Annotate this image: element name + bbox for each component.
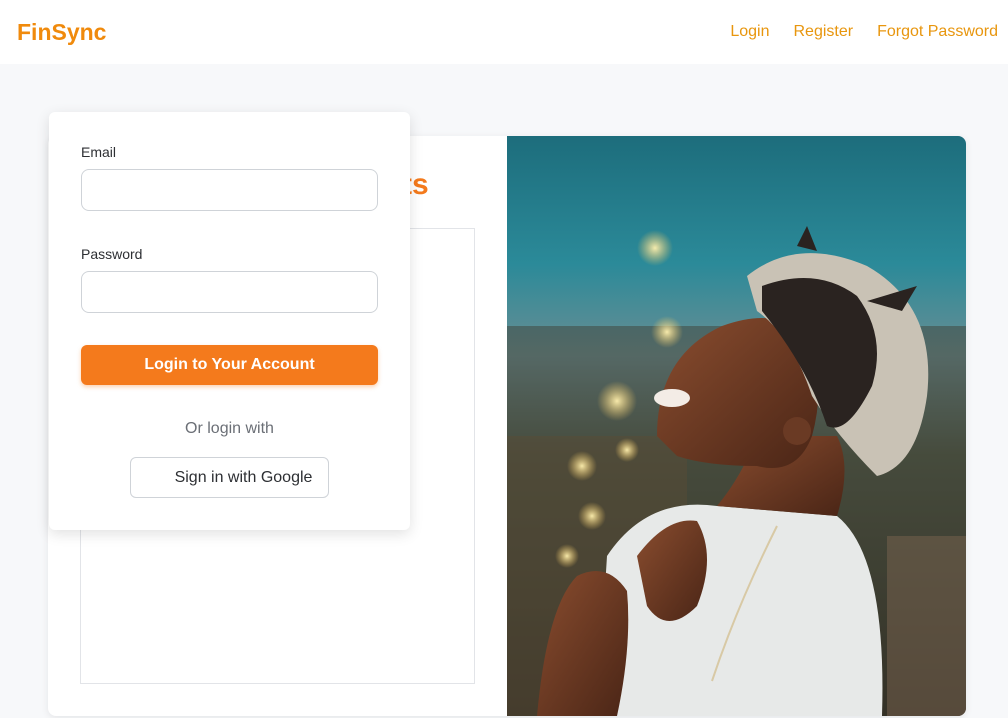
nav-register-link[interactable]: Register — [793, 23, 853, 41]
google-icon — [149, 470, 165, 486]
nav-login-link[interactable]: Login — [730, 23, 769, 41]
google-signin-button[interactable]: Sign in with Google — [130, 457, 329, 498]
password-field[interactable] — [81, 271, 378, 313]
email-label: Email — [81, 144, 117, 160]
top-navbar: FinSync Login Register Forgot Password — [0, 0, 1008, 64]
nav-forgot-password-link[interactable]: Forgot Password — [877, 23, 998, 41]
nav-links: Login Register Forgot Password — [706, 23, 998, 41]
login-submit-button[interactable]: Login to Your Account — [81, 345, 378, 385]
login-form: Email Password Login to Your Account Or … — [49, 112, 410, 530]
email-field[interactable] — [81, 169, 378, 211]
hero-photo — [507, 136, 966, 716]
google-signin-label: Sign in with Google — [174, 468, 313, 486]
hero-photo-illustration — [507, 136, 966, 716]
password-label: Password — [81, 246, 143, 262]
brand-logo[interactable]: FinSync — [17, 19, 106, 46]
alt-login-divider-text: Or login with — [185, 420, 274, 437]
